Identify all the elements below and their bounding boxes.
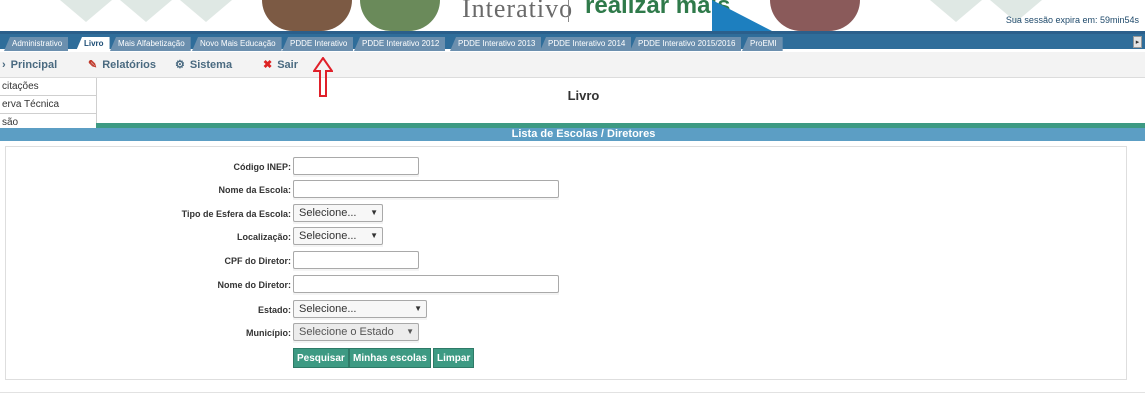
- form-row-nome-diretor: Nome do Diretor:: [6, 275, 1128, 297]
- tab-pdde-interativo-2015-2016[interactable]: PDDE Interativo 2015/2016: [630, 37, 742, 51]
- close-icon: ✖: [263, 59, 273, 71]
- tab-administrativo[interactable]: Administrativo: [4, 37, 69, 51]
- tab-scroll-button[interactable]: ▸: [1133, 36, 1142, 48]
- municipio-label: Município:: [246, 328, 291, 338]
- side-item-reserva-tecnica[interactable]: erva Técnica: [0, 96, 96, 114]
- nome-escola-label: Nome da Escola:: [218, 185, 291, 195]
- localizacao-select[interactable]: Selecione... ▼: [293, 227, 383, 245]
- form-row-nome-escola: Nome da Escola:: [6, 180, 1128, 202]
- tab-proemi[interactable]: ProEMI: [742, 37, 783, 51]
- tab-pdde-interativo[interactable]: PDDE Interativo: [282, 37, 354, 51]
- page-title: Livro: [567, 88, 600, 103]
- logo-slogan: realizar mais: [585, 0, 731, 19]
- section-title: Lista de Escolas / Diretores: [511, 128, 656, 140]
- banner-photo: [770, 0, 860, 31]
- estado-label: Estado:: [257, 305, 291, 315]
- form-row-municipio: Município: Selecione o Estado ▼: [6, 323, 1128, 345]
- tab-pdde-interativo-2012[interactable]: PDDE Interativo 2012: [354, 37, 446, 51]
- banner-photo: [360, 0, 440, 31]
- minhas-escolas-button[interactable]: Minhas escolas: [349, 348, 431, 368]
- logo-separator: [568, 0, 569, 22]
- header-banner: Interativo realizar mais Sua sessão expi…: [0, 0, 1145, 31]
- banner-decoration: [930, 0, 982, 22]
- menu-principal-label: Principal: [10, 59, 58, 71]
- side-menu: citações erva Técnica são: [0, 78, 97, 132]
- nome-diretor-label: Nome do Diretor:: [217, 280, 291, 290]
- form-row-codigo-inep: Código INEP:: [6, 157, 1128, 179]
- tipo-esfera-select[interactable]: Selecione... ▼: [293, 204, 383, 222]
- chevron-down-icon: ▼: [370, 208, 378, 217]
- menu-sistema-label: Sistema: [189, 59, 233, 71]
- gear-icon: ⚙: [175, 59, 185, 71]
- main-menu-bar: › Principal ✎ Relatórios ⚙ Sistema ✖ Sair: [0, 52, 1145, 78]
- tab-mais-alfabetizacao[interactable]: Mais Alfabetização: [110, 37, 191, 51]
- form-row-estado: Estado: Selecione... ▼: [6, 300, 1128, 322]
- logo-text: Interativo: [462, 0, 574, 23]
- side-item-solicitacoes[interactable]: citações: [0, 78, 96, 96]
- menu-relatorios[interactable]: ✎ Relatórios: [88, 57, 156, 73]
- estado-value: Selecione...: [299, 303, 357, 315]
- tipo-esfera-value: Selecione...: [299, 207, 357, 219]
- menu-sair-label: Sair: [277, 59, 299, 71]
- module-tab-bar: Administrativo Livro Mais Alfabetização …: [0, 31, 1145, 51]
- session-timer: Sua sessão expira em: 59min54s: [1005, 15, 1139, 25]
- footer-divider: [0, 392, 1145, 393]
- chevron-down-icon: ▼: [414, 304, 422, 313]
- tab-novo-mais-educacao[interactable]: Novo Mais Educação: [192, 37, 282, 51]
- menu-sair[interactable]: ✖ Sair: [263, 57, 298, 73]
- chevron-down-icon: ▼: [370, 231, 378, 240]
- banner-decoration: [60, 0, 112, 22]
- localizacao-value: Selecione...: [299, 230, 357, 242]
- tipo-esfera-label: Tipo de Esfera da Escola:: [181, 209, 291, 219]
- banner-decoration: [712, 0, 772, 31]
- chevron-down-icon: ▼: [406, 327, 414, 336]
- codigo-inep-input[interactable]: [293, 157, 419, 175]
- home-icon: ›: [2, 59, 6, 71]
- banner-photo: [262, 0, 352, 31]
- menu-sistema[interactable]: ⚙ Sistema: [175, 57, 232, 73]
- estado-select[interactable]: Selecione... ▼: [293, 300, 427, 318]
- tab-pdde-interativo-2013[interactable]: PDDE Interativo 2013: [450, 37, 542, 51]
- cpf-diretor-label: CPF do Diretor:: [224, 256, 292, 266]
- nome-diretor-input[interactable]: [293, 275, 559, 293]
- report-icon: ✎: [88, 59, 98, 71]
- tab-pdde-interativo-2014[interactable]: PDDE Interativo 2014: [540, 37, 632, 51]
- municipio-value: Selecione o Estado: [299, 326, 394, 338]
- codigo-inep-label: Código INEP:: [233, 162, 292, 172]
- tab-livro[interactable]: Livro: [76, 37, 110, 51]
- menu-principal[interactable]: › Principal: [2, 57, 57, 73]
- municipio-select[interactable]: Selecione o Estado ▼: [293, 323, 419, 341]
- form-row-tipo-esfera: Tipo de Esfera da Escola: Selecione... ▼: [6, 204, 1128, 226]
- form-row-localizacao: Localização: Selecione... ▼: [6, 227, 1128, 249]
- search-form: Código INEP: Nome da Escola: Tipo de Esf…: [5, 146, 1127, 380]
- pesquisar-button[interactable]: Pesquisar: [293, 348, 349, 368]
- limpar-button[interactable]: Limpar: [433, 348, 475, 368]
- banner-decoration: [180, 0, 232, 22]
- banner-decoration: [120, 0, 172, 22]
- localizacao-label: Localização:: [236, 232, 291, 242]
- nome-escola-input[interactable]: [293, 180, 559, 198]
- menu-relatorios-label: Relatórios: [102, 59, 157, 71]
- form-row-cpf-diretor: CPF do Diretor:: [6, 251, 1128, 273]
- section-header: Lista de Escolas / Diretores: [0, 128, 1145, 141]
- cpf-diretor-input[interactable]: [293, 251, 419, 269]
